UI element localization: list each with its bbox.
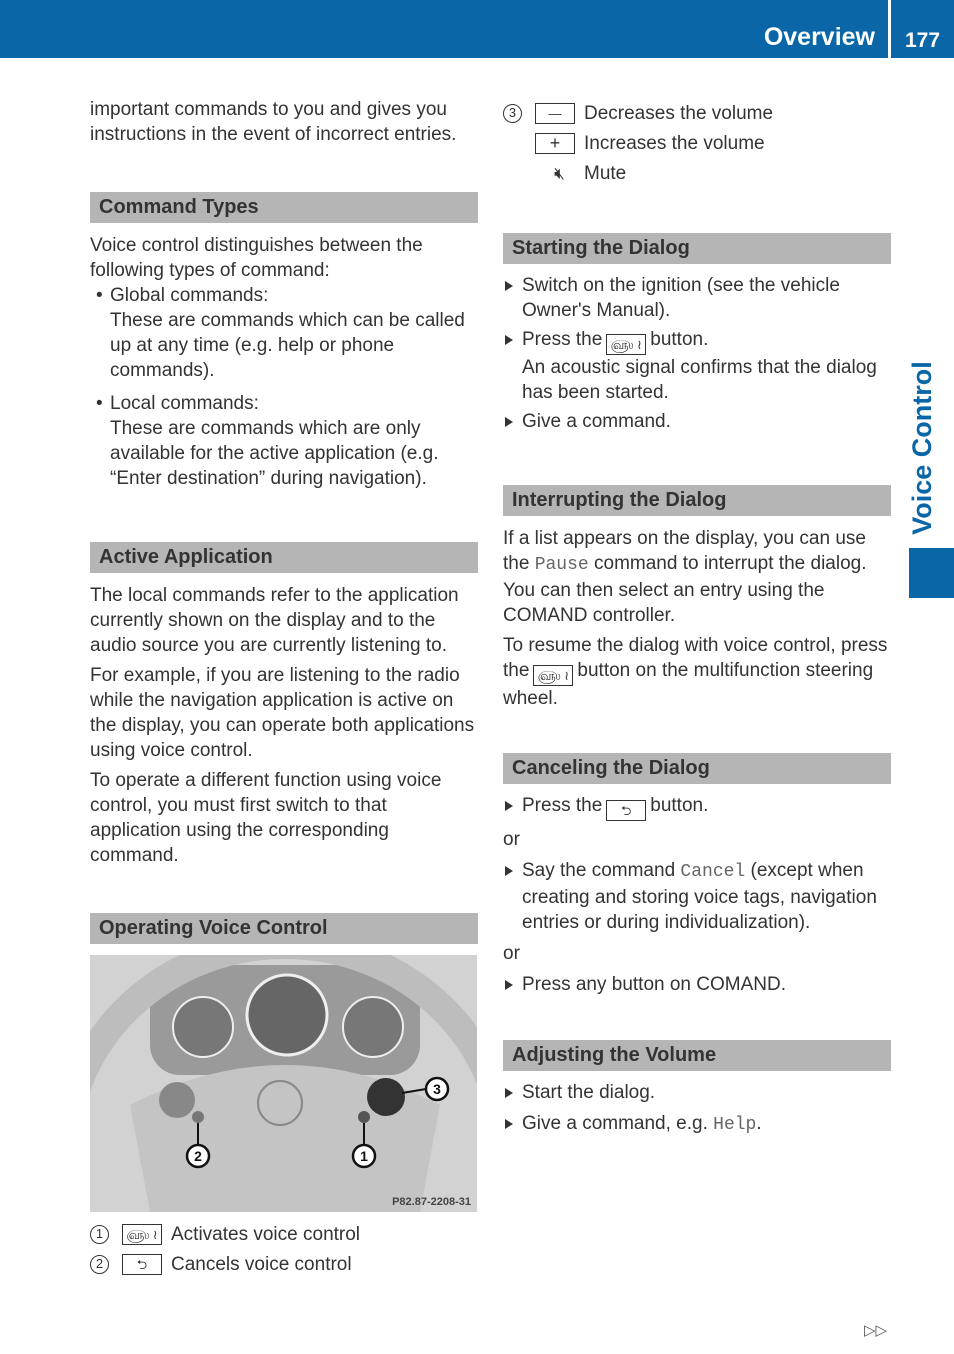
section-heading: Adjusting the Volume <box>503 1040 891 1071</box>
legend-item: 🔇︎ Mute <box>503 158 891 188</box>
command-types-section: Command Types Voice control distinguishe… <box>90 192 478 491</box>
chapter-tab-marker <box>909 548 954 598</box>
item-text: These are commands which are only availa… <box>110 418 439 489</box>
item-label: Local commands: <box>110 393 259 414</box>
active-application-section: Active Application The local commands re… <box>90 542 478 868</box>
minus-button-icon: — <box>535 102 575 124</box>
step: Give a command. <box>503 409 891 434</box>
step: Switch on the ignition (see the vehicle … <box>503 273 891 323</box>
section-title: Overview <box>763 23 875 51</box>
steering-wheel-image: 3 2 1 P82.87-2208-31 <box>90 955 477 1212</box>
voice-button-icon: ௵ ≀ <box>533 665 574 686</box>
item-label: Global commands: <box>110 285 269 306</box>
section-heading: Interrupting the Dialog <box>503 485 891 516</box>
legend-text: Increases the volume <box>584 132 765 154</box>
adjusting-section: Adjusting the Volume Start the dialog. G… <box>503 1040 891 1138</box>
starting-section: Starting the Dialog Switch on the igniti… <box>503 233 891 434</box>
paragraph: To resume the dialog with voice control,… <box>503 633 891 711</box>
section-heading: Starting the Dialog <box>503 233 891 264</box>
step-text: Say the command <box>522 860 676 881</box>
callout-3-legend: 3 — Decreases the volume + Increases the vo… <box>503 98 891 188</box>
canceling-section: Canceling the Dialog Press the ⮌ button. o… <box>503 753 891 997</box>
divider <box>888 0 891 58</box>
steering-wheel-illustration: 3 2 1 <box>90 955 477 1212</box>
callout-number: 3 <box>503 103 522 123</box>
legend-text: Mute <box>584 162 627 184</box>
command-word: Pause <box>534 555 589 575</box>
legend-text: Decreases the volume <box>584 102 774 124</box>
legend-item: 2 ⮌ Cancels voice control <box>90 1249 478 1279</box>
interrupting-section: Interrupting the Dialog If a list appear… <box>503 485 891 711</box>
callout-number: 2 <box>90 1254 109 1274</box>
paragraph: To operate a different function using vo… <box>90 770 442 866</box>
section-heading: Active Application <box>90 542 478 573</box>
step-text: button. <box>650 795 709 816</box>
section-heading: Canceling the Dialog <box>503 753 891 784</box>
back-button-icon: ⮌ <box>606 800 647 821</box>
step-note: An acoustic signal confirms that the dia… <box>522 357 877 403</box>
legend-item: 3 — Decreases the volume <box>503 98 891 128</box>
page-number: 177 <box>905 29 941 52</box>
operating-section: Operating Voice Control 3 2 1 P82.87-220… <box>90 913 478 1279</box>
svg-text:3: 3 <box>433 1081 441 1097</box>
legend-text: Cancels voice control <box>171 1253 352 1275</box>
item-text: These are commands which can be called u… <box>110 310 465 381</box>
step-text: Press the <box>522 795 603 816</box>
plus-button-icon: + <box>535 132 575 154</box>
voice-button-icon: ௵ ≀ <box>122 1223 162 1245</box>
continued-next-page-icon: ▷▷ <box>864 1322 888 1339</box>
command-word: Help <box>713 1115 757 1135</box>
page-header: Overview 177 <box>0 0 954 58</box>
intro-text: important commands to you and gives you … <box>90 99 457 145</box>
legend-text: Activates voice control <box>171 1223 361 1245</box>
step-text: Press the <box>522 329 603 350</box>
intro-continued: important commands to you and gives you … <box>90 97 478 147</box>
paragraph: The local commands refer to the applicat… <box>90 585 459 656</box>
legend-item: + Increases the volume <box>503 128 891 158</box>
step-text: button. <box>650 329 709 350</box>
step: Give a command, e.g. Help. <box>503 1111 891 1138</box>
step: Press any button on COMAND. <box>503 972 891 997</box>
step: Press the ⮌ button. <box>503 793 891 821</box>
or-text: or <box>503 943 520 964</box>
step: Say the command Cancel (except when crea… <box>503 858 891 935</box>
paragraph: For example, if you are listening to the… <box>90 665 475 761</box>
list-item: • Global commands: These are commands whic… <box>96 285 465 381</box>
chapter-tab: Voice Control <box>906 360 938 536</box>
step-text: . <box>756 1113 762 1134</box>
step: Press the ௵ ≀ button. An acoustic signal co… <box>503 327 891 405</box>
step: Start the dialog. <box>503 1080 891 1105</box>
callout-number: 1 <box>90 1224 109 1244</box>
mute-icon: 🔇︎ <box>554 163 565 183</box>
list-item: • Local commands: These are commands which… <box>96 393 439 489</box>
section-heading: Operating Voice Control <box>90 913 478 944</box>
step-text: Give a command, e.g. <box>522 1113 708 1134</box>
svg-text:1: 1 <box>360 1148 368 1164</box>
legend-item: 1 ௵ ≀ Activates voice control <box>90 1219 478 1249</box>
paragraph: If a list appears on the display, you ca… <box>503 526 891 628</box>
command-word: Cancel <box>680 862 746 882</box>
back-button-icon: ⮌ <box>122 1253 162 1275</box>
chapter-tab-label: Voice Control <box>907 361 937 535</box>
svg-text:2: 2 <box>194 1148 202 1164</box>
or-text: or <box>503 829 520 850</box>
voice-button-icon: ௵ ≀ <box>606 334 647 355</box>
image-code: P82.87-2208-31 <box>392 1196 471 1208</box>
section-heading: Command Types <box>90 192 478 223</box>
paragraph: Voice control distinguishes between the … <box>90 235 423 281</box>
